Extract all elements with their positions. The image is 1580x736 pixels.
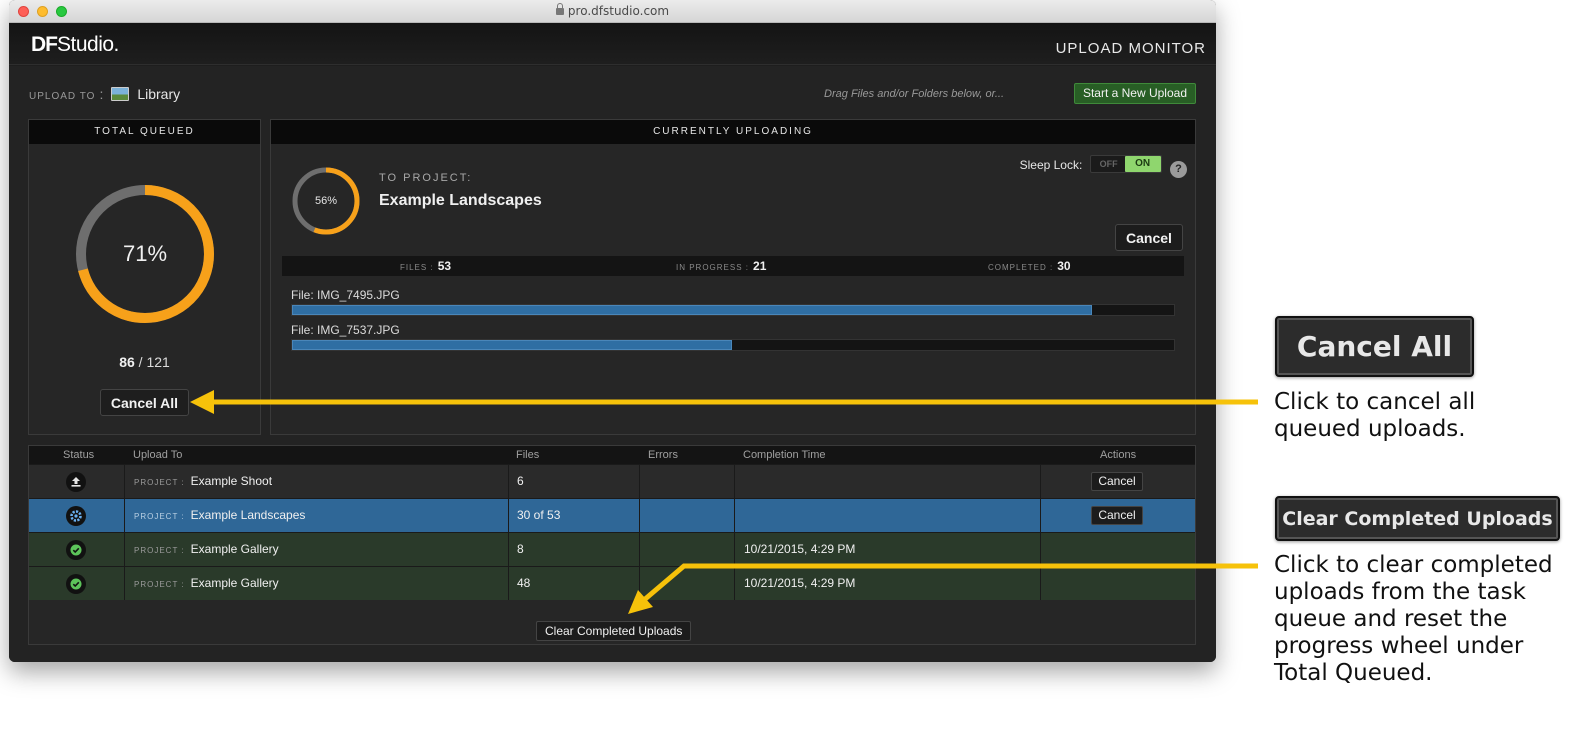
callout-cancel-all-button: Cancel All <box>1275 316 1474 377</box>
clear-arrow-line <box>642 563 1258 602</box>
callout-cancel-all-text: Click to cancel all queued uploads. <box>1274 389 1476 442</box>
cancel-all-arrowhead <box>190 390 214 414</box>
callout-clear-button: Clear Completed Uploads <box>1275 496 1560 541</box>
callout-clear-text: Click to clear completed uploads from th… <box>1274 552 1553 686</box>
